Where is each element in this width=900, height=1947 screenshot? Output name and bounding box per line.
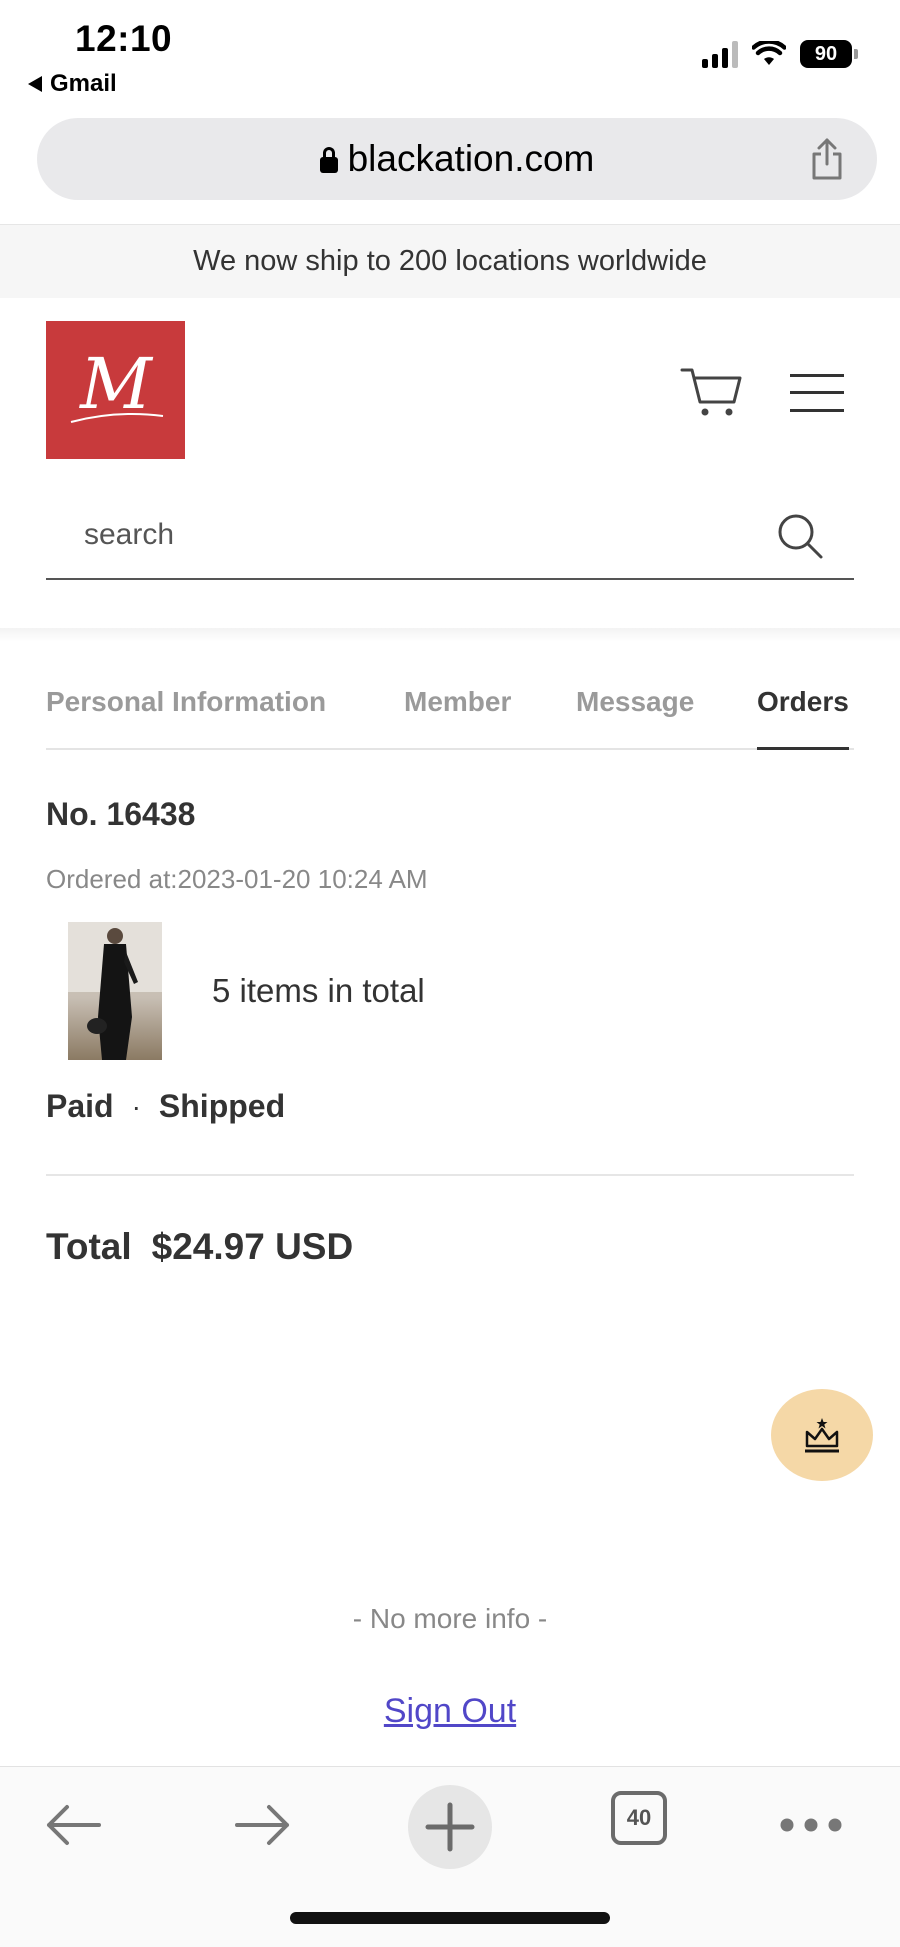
product-thumbnail[interactable]	[68, 922, 162, 1060]
order-total: Total $24.97 USD	[46, 1226, 353, 1268]
status-time: 12:10	[75, 18, 173, 59]
order-status: Paid · Shipped	[46, 1088, 285, 1125]
order-number[interactable]: No. 16438	[46, 796, 195, 833]
back-app-label: Gmail	[50, 70, 117, 97]
store-logo[interactable]: M	[46, 321, 185, 459]
search-bar	[46, 502, 854, 580]
hamburger-menu-icon[interactable]	[790, 374, 844, 412]
battery-icon: 90	[800, 40, 852, 68]
url-text: blackation.com	[347, 138, 595, 179]
crown-icon	[805, 1418, 839, 1453]
total-label: Total	[46, 1226, 132, 1267]
logo-letter: M	[78, 343, 154, 425]
search-icon[interactable]	[776, 512, 824, 560]
address-bar[interactable]: blackation.com	[37, 118, 877, 200]
new-tab-button[interactable]	[408, 1785, 492, 1869]
arrow-left-icon	[47, 1805, 101, 1845]
tabs-count-button[interactable]: 40	[611, 1791, 667, 1845]
tab-personal-information[interactable]: Personal Information	[46, 686, 326, 750]
back-to-app-button[interactable]: Gmail	[28, 70, 117, 98]
order-date: Ordered at:2023-01-20 10:24 AM	[46, 864, 428, 894]
account-tabs: Personal Information Member Message Orde…	[46, 686, 854, 750]
announcement-banner: We now ship to 200 locations worldwide	[0, 224, 900, 298]
sign-out-link[interactable]: Sign Out	[0, 1692, 900, 1731]
status-separator: ·	[131, 1090, 141, 1122]
items-count: 5 items in total	[212, 972, 425, 1009]
status-icons: 90	[702, 40, 858, 68]
cart-icon[interactable]	[680, 366, 744, 418]
order-divider	[46, 1174, 854, 1176]
header-shadow	[0, 628, 900, 642]
tab-message[interactable]: Message	[576, 686, 694, 750]
no-more-info: - No more info -	[352, 1603, 548, 1634]
home-indicator	[290, 1912, 610, 1924]
shipping-status: Shipped	[158, 1088, 286, 1124]
back-button[interactable]	[38, 1797, 108, 1853]
tab-orders[interactable]: Orders	[757, 686, 849, 750]
back-triangle-icon	[28, 76, 42, 92]
lock-icon	[319, 147, 338, 173]
vip-crown-button[interactable]	[771, 1389, 873, 1481]
forward-button[interactable]	[228, 1797, 298, 1853]
tab-member[interactable]: Member	[404, 686, 511, 750]
more-dots-icon	[780, 1818, 842, 1832]
search-input[interactable]	[84, 510, 764, 560]
plus-icon	[425, 1802, 475, 1852]
more-button[interactable]	[776, 1797, 846, 1853]
logo-mark: M	[70, 343, 163, 425]
status-bar: 12:10 Gmail 90	[0, 0, 900, 108]
wifi-icon	[752, 41, 786, 65]
cellular-signal-icon	[702, 40, 738, 68]
payment-status: Paid	[46, 1088, 114, 1124]
share-icon[interactable]	[807, 136, 847, 182]
arrow-right-icon	[235, 1805, 289, 1845]
total-value: $24.97 USD	[151, 1226, 354, 1267]
